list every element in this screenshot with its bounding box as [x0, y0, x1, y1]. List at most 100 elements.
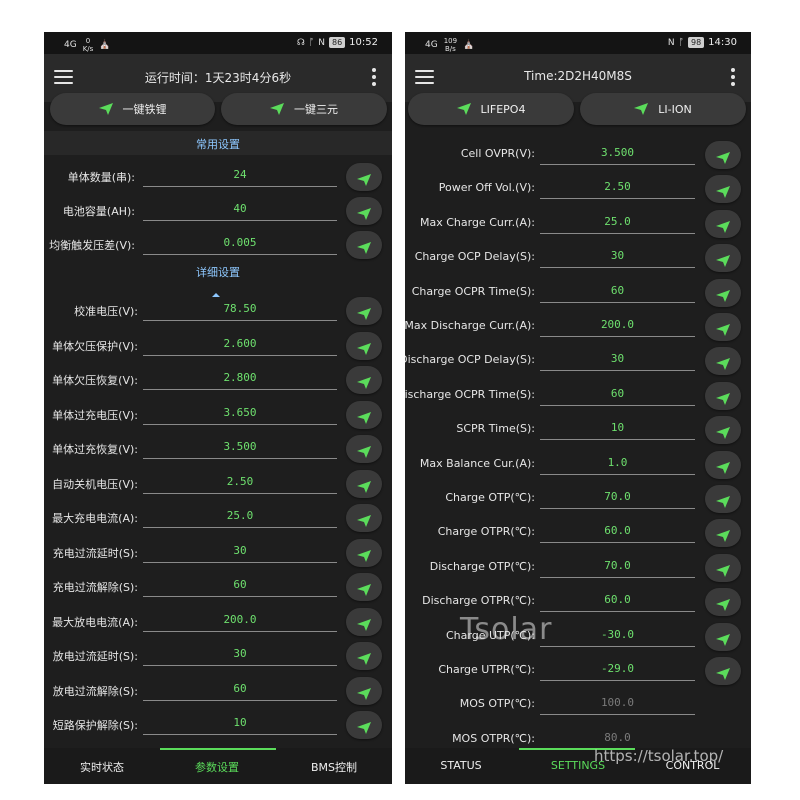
write-setting-button[interactable] — [346, 231, 382, 259]
write-setting-button[interactable] — [346, 573, 382, 601]
write-setting-button[interactable] — [705, 450, 741, 479]
setting-value-field[interactable]: 70.0 — [540, 559, 695, 572]
write-setting-button[interactable] — [705, 381, 741, 410]
setting-label: 均衡触发压差(V): — [49, 239, 135, 252]
setting-value-field[interactable]: 24 — [143, 168, 337, 181]
field-underline — [540, 164, 695, 165]
setting-value-field[interactable]: 200.0 — [143, 613, 337, 626]
write-setting-button[interactable] — [346, 331, 382, 360]
menu-icon[interactable] — [415, 70, 434, 85]
field-underline — [540, 645, 695, 647]
setting-value-field[interactable]: -29.0 — [540, 662, 695, 675]
write-setting-button[interactable] — [705, 278, 741, 307]
setting-row: 短路保护解除(S): 10 — [44, 708, 392, 742]
write-setting-button[interactable] — [705, 141, 741, 169]
write-setting-button[interactable] — [705, 588, 741, 617]
setting-value-field[interactable]: 60.0 — [540, 524, 695, 537]
setting-value-field[interactable]: 60.0 — [540, 593, 695, 606]
setting-value-field[interactable]: 25.0 — [540, 215, 695, 228]
write-setting-button[interactable] — [346, 197, 382, 225]
setting-value-field[interactable]: 40 — [143, 202, 337, 215]
setting-value-field[interactable]: 0.005 — [143, 236, 337, 249]
setting-value-field[interactable]: 3.500 — [143, 440, 337, 453]
setting-row: Cell OVPR(V): 3.500 — [405, 138, 751, 172]
write-setting-button[interactable] — [705, 657, 741, 685]
write-setting-button[interactable] — [346, 469, 382, 498]
preset-button[interactable]: LIFEPO4 — [408, 93, 574, 125]
nav-tab[interactable]: STATUS — [419, 759, 503, 772]
setting-value-field[interactable]: 60 — [540, 284, 695, 297]
preset-button[interactable]: LI-ION — [580, 93, 746, 125]
bluetooth-icon: ᚩ — [308, 37, 315, 48]
more-options-icon[interactable] — [372, 68, 376, 89]
setting-value-field[interactable]: 10 — [143, 716, 337, 729]
setting-value-field[interactable]: 60 — [143, 682, 337, 695]
setting-value-field[interactable]: 70.0 — [540, 490, 695, 503]
setting-value-field[interactable]: 3.650 — [143, 406, 337, 419]
write-setting-button[interactable] — [346, 676, 382, 705]
write-setting-button[interactable] — [346, 642, 382, 670]
setting-value-field[interactable]: 60 — [540, 387, 695, 400]
more-options-icon[interactable] — [731, 68, 735, 89]
write-setting-button[interactable] — [705, 209, 741, 238]
write-setting-button[interactable] — [346, 400, 382, 429]
write-setting-button[interactable] — [346, 366, 382, 394]
setting-value-field[interactable]: 80.0 — [540, 731, 695, 744]
field-underline — [540, 473, 695, 475]
write-setting-button[interactable] — [346, 163, 382, 191]
field-underline — [540, 611, 695, 613]
setting-value-field[interactable]: 1.0 — [540, 456, 695, 469]
setting-value-field[interactable]: 30 — [540, 249, 695, 262]
setting-value-field[interactable]: 30 — [540, 352, 695, 365]
field-underline — [540, 542, 695, 544]
setting-value-field[interactable]: 3.500 — [540, 146, 695, 159]
setting-row: 自动关机电压(V): 2.50 — [44, 467, 392, 501]
setting-value-field[interactable]: 60 — [143, 578, 337, 591]
preset-button[interactable]: 一键三元 — [221, 93, 387, 125]
write-setting-button[interactable] — [705, 622, 741, 651]
setting-value-field[interactable]: 100.0 — [540, 696, 695, 709]
field-underline — [143, 527, 337, 528]
active-tab-indicator — [160, 748, 276, 750]
setting-value-field[interactable]: 2.50 — [143, 475, 337, 488]
nav-tab[interactable]: BMS控制 — [288, 759, 380, 775]
setting-value-field[interactable]: 10 — [540, 421, 695, 434]
write-setting-button[interactable] — [705, 485, 741, 513]
send-icon — [716, 149, 730, 164]
setting-value-field[interactable]: 25.0 — [143, 509, 337, 522]
write-setting-button[interactable] — [346, 711, 382, 739]
preset-button[interactable]: 一键铁锂 — [50, 93, 215, 125]
send-icon — [357, 171, 371, 186]
menu-icon[interactable] — [54, 70, 73, 85]
setting-value-field[interactable]: 2.50 — [540, 180, 695, 193]
setting-row: 单体数量(串): 24 — [44, 160, 392, 194]
setting-label: 最大充电电流(A): — [52, 512, 138, 525]
write-setting-button[interactable] — [705, 347, 741, 376]
setting-value-field[interactable]: 2.600 — [143, 337, 337, 350]
write-setting-button[interactable] — [346, 297, 382, 325]
write-setting-button[interactable] — [705, 313, 741, 341]
write-setting-button[interactable] — [346, 435, 382, 463]
write-setting-button[interactable] — [705, 244, 741, 273]
write-setting-button[interactable] — [346, 504, 382, 532]
setting-row: Charge OTPR(℃): 60.0 — [405, 516, 751, 550]
write-setting-button[interactable] — [346, 607, 382, 636]
setting-row: 充电过流延时(S): 30 — [44, 536, 392, 570]
write-setting-button[interactable] — [705, 519, 741, 548]
setting-value-field[interactable]: 30 — [143, 647, 337, 660]
nav-tab[interactable]: 实时状态 — [56, 759, 148, 775]
setting-row: Max Balance Cur.(A): 1.0 — [405, 448, 751, 482]
chevron-up-icon[interactable] — [212, 282, 220, 297]
setting-value-field[interactable]: 200.0 — [540, 318, 695, 331]
write-setting-button[interactable] — [705, 553, 741, 582]
setting-value-field[interactable]: 30 — [143, 544, 337, 557]
send-icon — [716, 287, 730, 302]
setting-value-field[interactable]: 78.50 — [143, 302, 337, 315]
setting-label: Charge OTPR(℃): — [437, 525, 535, 539]
setting-value-field[interactable]: 2.800 — [143, 371, 337, 384]
nav-tab[interactable]: 参数设置 — [168, 759, 266, 775]
write-setting-button[interactable] — [705, 416, 741, 445]
setting-value-field[interactable]: -30.0 — [540, 628, 695, 641]
write-setting-button[interactable] — [705, 175, 741, 204]
write-setting-button[interactable] — [346, 538, 382, 567]
